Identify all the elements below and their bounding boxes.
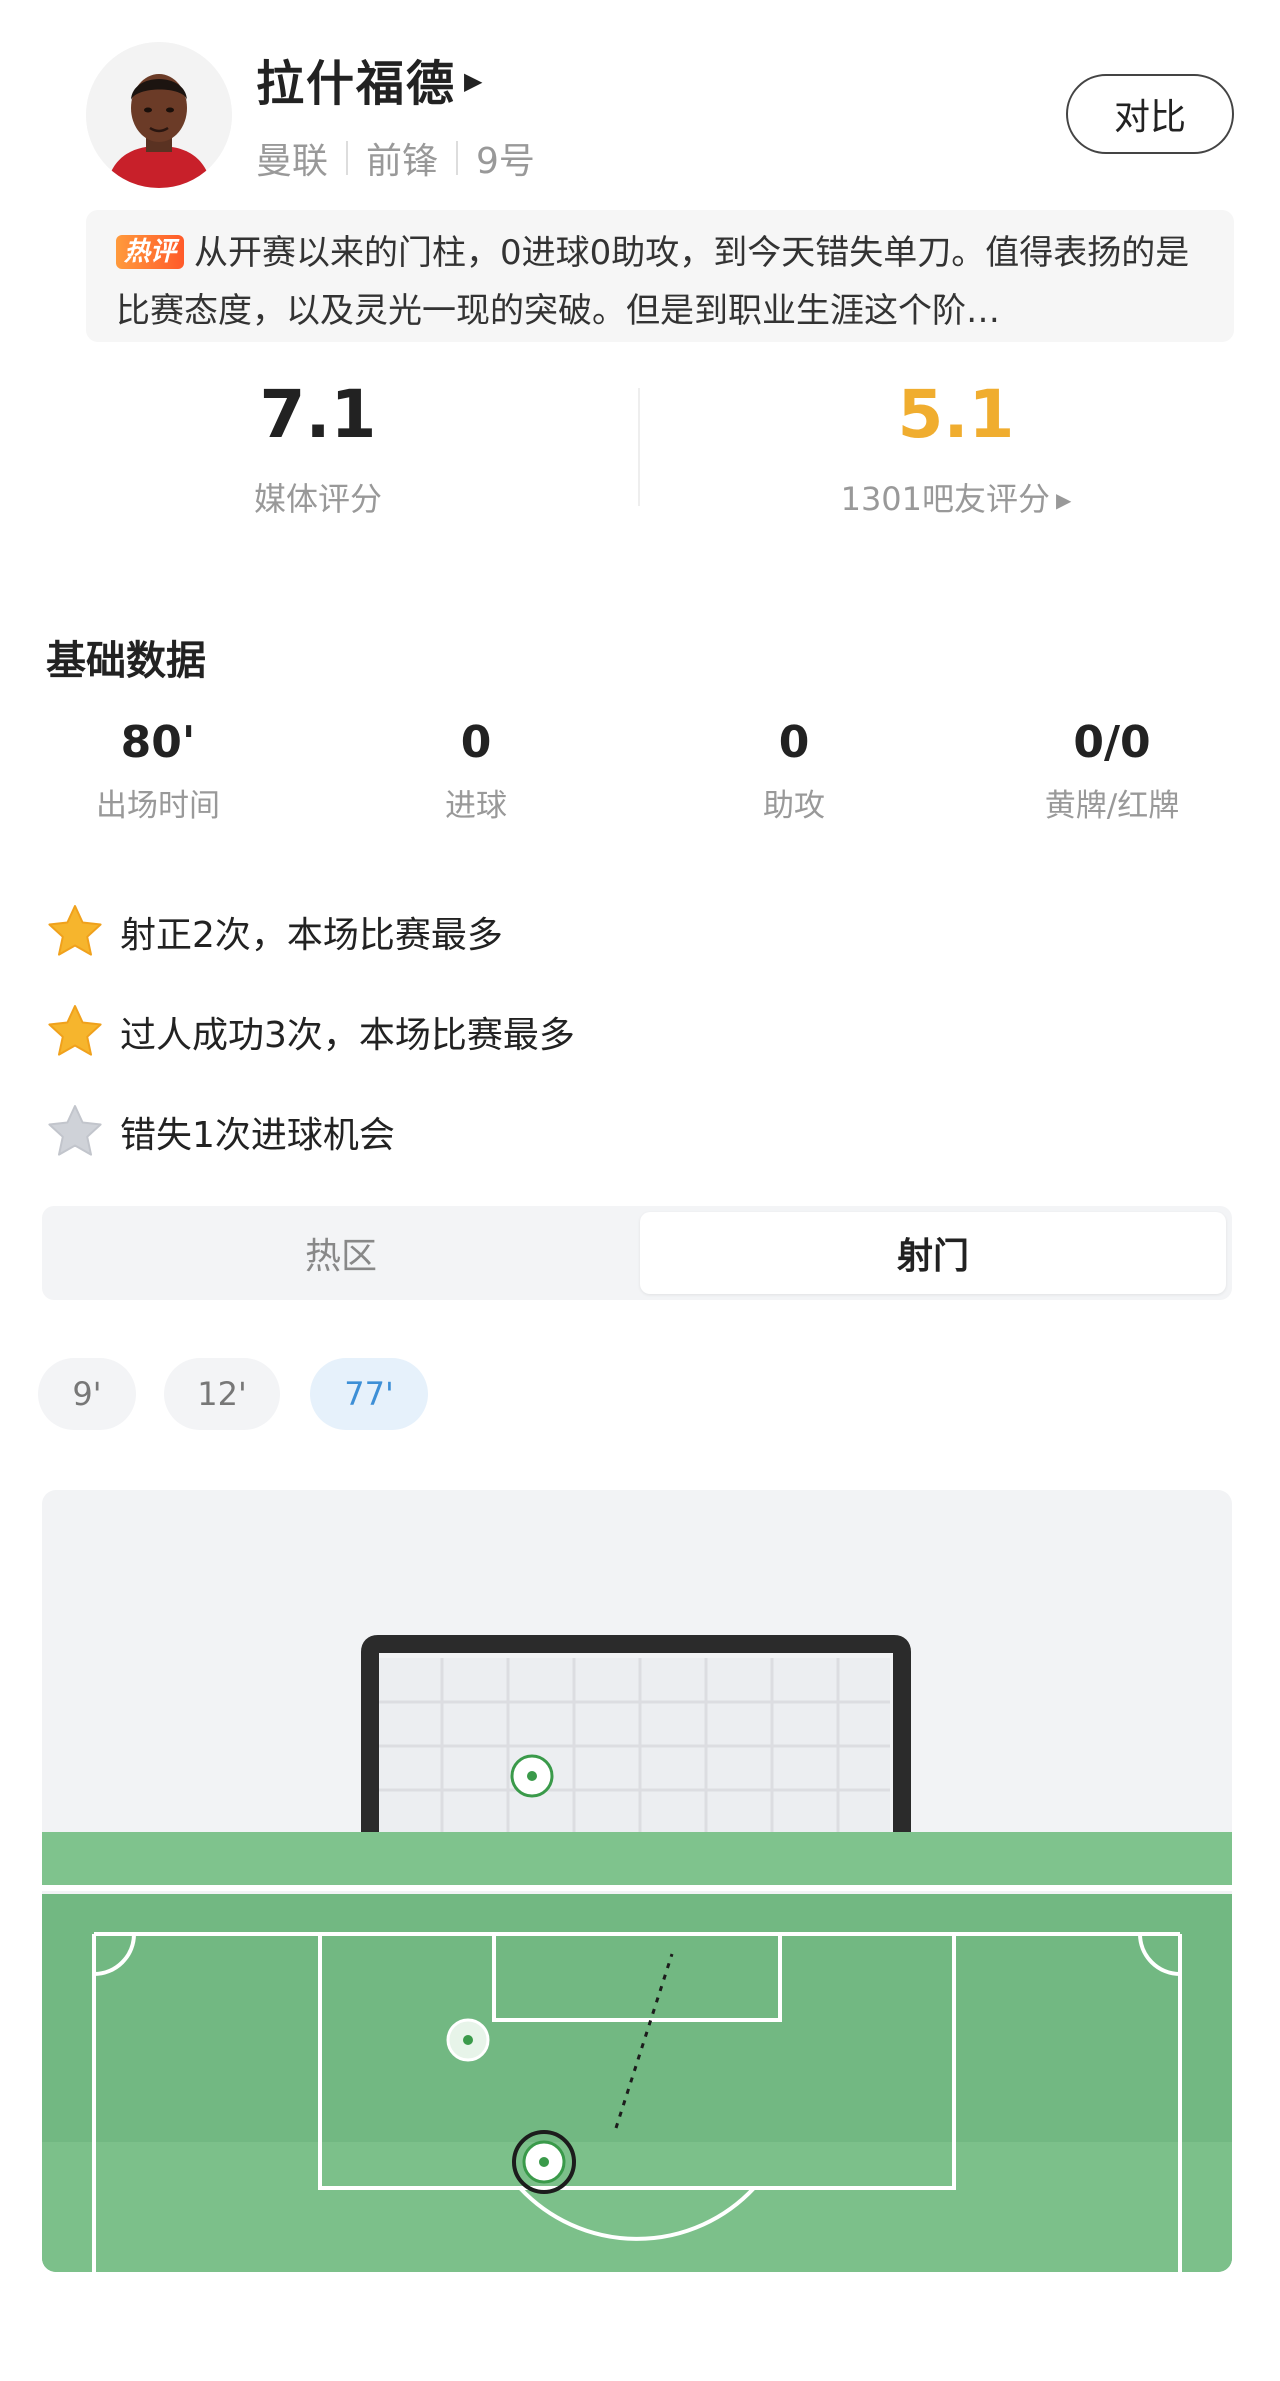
highlight-text: 射正2次，本场比赛最多	[120, 915, 503, 956]
shot-minute-chip-selected[interactable]: 77'	[310, 1358, 428, 1430]
hot-comment-text: 从开赛以来的门柱，0进球0助攻，到今天错失单刀。值得表扬的是比赛态度，以及灵光一…	[116, 233, 1190, 331]
player-name: 拉什福德	[256, 56, 457, 112]
gold-star-icon	[48, 905, 102, 956]
compare-button[interactable]: 对比	[1066, 74, 1234, 154]
hot-comment-body: 热评 从开赛以来的门柱，0进球0助攻，到今天错失单刀。值得表扬的是比赛态度，以及灵…	[116, 224, 1204, 340]
stat-value: 0/0	[1073, 717, 1151, 768]
rating-divider	[638, 388, 640, 506]
media-rating-label: 媒体评分	[253, 480, 382, 518]
basic-stats-row: 80' 出场时间 0 进球 0 助攻 0/0 黄牌/红牌	[0, 716, 1280, 826]
player-avatar[interactable]	[86, 42, 232, 188]
highlight-item: 过人成功3次，本场比赛最多	[46, 1002, 575, 1062]
stat-label: 黄牌/红牌	[1044, 788, 1180, 824]
stat-assists: 0 助攻	[664, 716, 924, 825]
tab-heatmap[interactable]: 热区	[48, 1212, 634, 1294]
ratings-panel: 7.1 媒体评分 5.1 1301吧友评分 ▶	[0, 370, 1280, 520]
fan-rating[interactable]: 5.1 1301吧友评分 ▶	[756, 370, 1156, 520]
view-tabs: 热区 射门	[42, 1206, 1232, 1300]
highlight-text: 错失1次进球机会	[120, 1115, 395, 1156]
player-position: 前锋	[366, 141, 439, 182]
shot-marker-other[interactable]	[446, 2018, 490, 2062]
goal-line-strip	[42, 1832, 1232, 1886]
hot-comment[interactable]: 热评 从开赛以来的门柱，0进球0助攻，到今天错失单刀。值得表扬的是比赛态度，以及灵…	[86, 210, 1234, 342]
stat-value: 0	[460, 717, 492, 768]
player-team: 曼联	[256, 141, 329, 182]
media-rating: 7.1 媒体评分	[118, 370, 518, 520]
goal-net	[378, 1658, 890, 1844]
stat-label: 出场时间	[96, 788, 220, 824]
play-arrow-icon: ▶	[1056, 488, 1072, 512]
stat-cards: 0/0 黄牌/红牌	[982, 716, 1242, 825]
fan-rating-label-row: 1301吧友评分 ▶	[756, 474, 1156, 520]
media-rating-value: 7.1	[259, 376, 377, 453]
highlight-item: 错失1次进球机会	[46, 1102, 395, 1162]
fan-rating-value: 5.1	[897, 376, 1015, 453]
grey-star-icon	[48, 1105, 102, 1156]
highlight-item: 射正2次，本场比赛最多	[46, 902, 503, 962]
highlight-text: 过人成功3次，本场比赛最多	[120, 1015, 575, 1056]
meta-divider	[346, 141, 349, 175]
meta-divider	[456, 141, 459, 175]
stat-label: 助攻	[763, 788, 825, 824]
player-photo-icon	[86, 42, 232, 188]
hot-comment-tag: 热评	[116, 235, 185, 269]
shot-map	[42, 1490, 1232, 2272]
gold-star-icon	[48, 1005, 102, 1056]
stat-label: 进球	[445, 788, 507, 824]
tab-shots[interactable]: 射门	[640, 1212, 1226, 1294]
stat-goals: 0 进球	[346, 716, 606, 825]
play-arrow-icon: ▶	[464, 67, 483, 95]
shot-marker-selected[interactable]	[512, 2130, 576, 2194]
fan-rating-label: 1301吧友评分	[840, 480, 1051, 518]
shot-minute-chip[interactable]: 12'	[164, 1358, 280, 1430]
player-name-row[interactable]: 拉什福德 ▶	[256, 44, 482, 114]
stat-value: 0	[778, 717, 810, 768]
stat-value: 80'	[120, 717, 196, 768]
player-header: 拉什福德 ▶ 曼联 前锋 9号 对比	[0, 0, 1280, 200]
basic-stats-title: 基础数据	[46, 638, 206, 684]
shot-marker-on-goal[interactable]	[510, 1754, 554, 1798]
stat-minutes: 80' 出场时间	[28, 716, 288, 825]
shot-minute-chip[interactable]: 9'	[38, 1358, 136, 1430]
player-meta: 曼联 前锋 9号	[256, 132, 535, 184]
player-number: 9号	[476, 141, 535, 182]
